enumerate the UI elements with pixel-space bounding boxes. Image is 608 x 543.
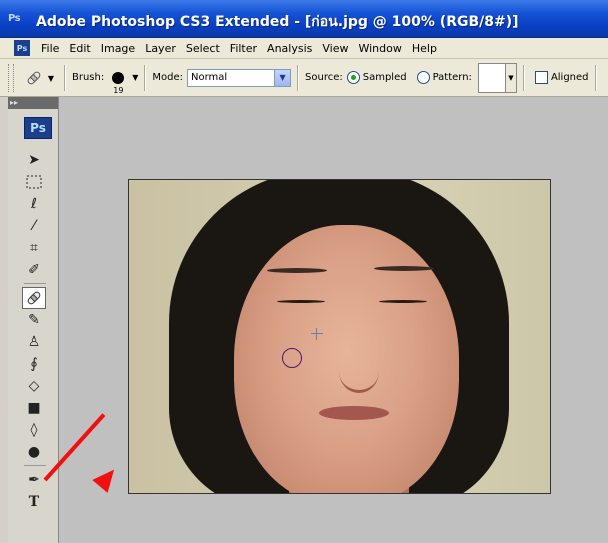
menu-analysis[interactable]: Analysis [262, 42, 317, 55]
pattern-radio[interactable] [416, 71, 430, 84]
gradient-tool-icon[interactable]: ■ [22, 397, 46, 419]
source-label: Source: [305, 72, 343, 83]
photo-right-eye [379, 300, 427, 303]
window-title: Adobe Photoshop CS3 Extended - [ก่อน.jpg… [36, 14, 519, 30]
menu-help[interactable]: Help [407, 42, 442, 55]
menu-file[interactable]: File [36, 42, 64, 55]
brush-size: 19 [113, 85, 124, 95]
type-tool-icon[interactable]: T [22, 491, 46, 513]
healing-brush-tool-icon[interactable] [22, 287, 46, 309]
divider [24, 283, 46, 284]
aligned-checkbox[interactable] [534, 71, 548, 84]
brush-chevron-down-icon[interactable]: ▼ [132, 73, 138, 82]
menu-filter[interactable]: Filter [225, 42, 262, 55]
tools-panel: ▸▸ Ps ➤ ℓ ⁄ ⌗ ✐ ✎ ♙ ∮ ◇ ■ ◊ ● ✒ T [8, 97, 59, 543]
divider [522, 64, 525, 91]
pen-tool-icon[interactable]: ✒ [22, 469, 46, 491]
menu-select[interactable]: Select [181, 42, 225, 55]
menu-layer[interactable]: Layer [140, 42, 181, 55]
app-icon: Ps [8, 13, 21, 24]
mode-label: Mode: [152, 72, 184, 83]
photo-nose [339, 350, 379, 393]
chevron-down-icon: ▼ [47, 73, 54, 83]
brush-picker[interactable]: 19 [112, 71, 125, 95]
brush-tool-icon[interactable]: ✎ [22, 309, 46, 331]
lasso-tool-icon[interactable]: ℓ [22, 193, 46, 215]
tool-preset-picker[interactable]: ▼ [24, 65, 58, 91]
divider [24, 465, 46, 466]
mode-select[interactable]: Normal ▼ [187, 68, 292, 87]
chevron-down-icon[interactable]: ▼ [274, 69, 291, 86]
dodge-tool-icon[interactable]: ● [22, 441, 46, 463]
options-bar-grip[interactable] [8, 63, 14, 92]
document-icon[interactable]: Ps [14, 40, 30, 56]
magic-wand-tool-icon[interactable]: ⁄ [22, 215, 46, 237]
document-image[interactable] [128, 179, 551, 494]
aligned-label: Aligned [550, 72, 589, 83]
photo-left-eye [277, 300, 325, 303]
marquee-tool-icon[interactable] [22, 171, 46, 193]
menu-view[interactable]: View [317, 42, 353, 55]
chevron-down-icon[interactable]: ▼ [505, 62, 517, 93]
clone-stamp-tool-icon[interactable]: ♙ [22, 331, 46, 353]
history-brush-tool-icon[interactable]: ∮ [22, 353, 46, 375]
sampled-label: Sampled [362, 72, 407, 83]
photoshop-logo[interactable]: Ps [24, 117, 52, 139]
photo-left-brow [267, 268, 327, 273]
move-tool-icon[interactable]: ➤ [22, 149, 46, 171]
brush-cursor [282, 348, 302, 368]
radio-selected-dot [350, 75, 356, 80]
photo-right-brow [374, 266, 434, 271]
divider [594, 64, 597, 91]
divider [144, 64, 147, 91]
menu-image[interactable]: Image [96, 42, 140, 55]
options-bar: ▼ Brush: 19 ▼ Mode: Normal ▼ Source: Sam… [0, 59, 608, 97]
divider [297, 64, 300, 91]
title-bar: Ps Adobe Photoshop CS3 Extended - [ก่อน.… [0, 0, 608, 38]
crop-tool-icon[interactable]: ⌗ [22, 237, 46, 259]
pattern-swatch[interactable] [477, 62, 506, 93]
sample-source-crosshair-icon [311, 328, 323, 340]
menu-edit[interactable]: Edit [64, 42, 95, 55]
blur-tool-icon[interactable]: ◊ [22, 419, 46, 441]
eraser-tool-icon[interactable]: ◇ [22, 375, 46, 397]
divider [64, 64, 66, 91]
mode-value: Normal [191, 72, 228, 83]
menu-window[interactable]: Window [353, 42, 406, 55]
photo-mouth [319, 406, 389, 420]
sampled-radio[interactable] [346, 71, 360, 84]
tool-list: ➤ ℓ ⁄ ⌗ ✐ ✎ ♙ ∮ ◇ ■ ◊ ● ✒ T [22, 149, 52, 513]
healing-brush-icon [27, 71, 41, 84]
slice-tool-icon[interactable]: ✐ [22, 259, 46, 281]
pattern-label: Pattern: [432, 72, 472, 83]
menu-bar: Ps File Edit Image Layer Select Filter A… [0, 38, 608, 59]
tools-panel-header[interactable]: ▸▸ [8, 97, 58, 109]
brush-label: Brush: [72, 72, 105, 83]
